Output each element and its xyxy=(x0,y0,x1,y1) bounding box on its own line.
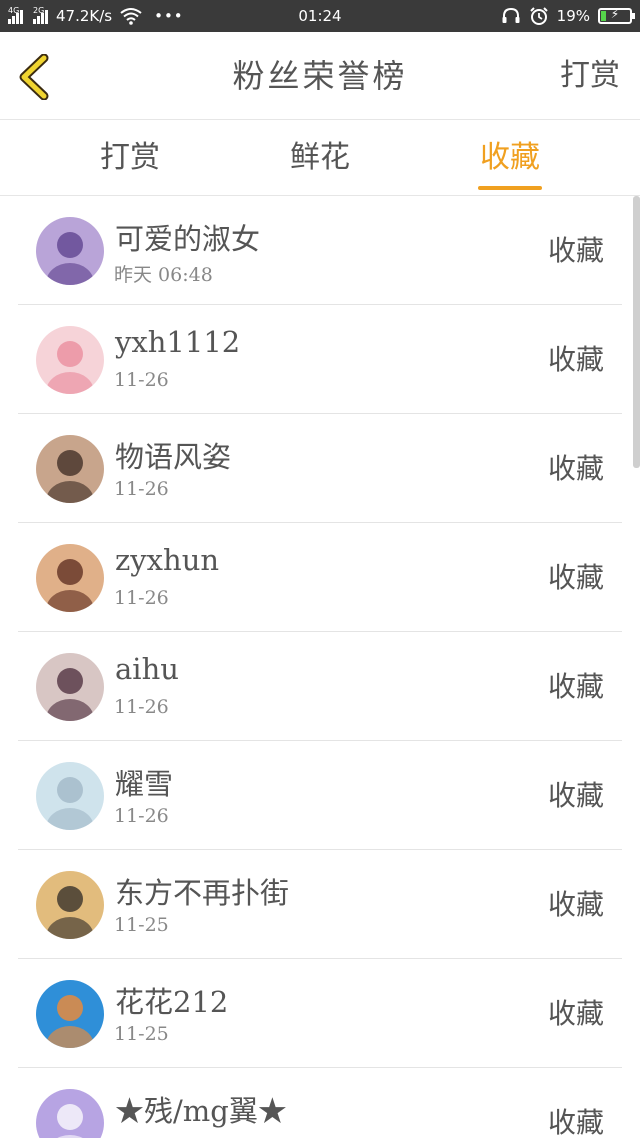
list-item[interactable]: 可爱的淑女昨天 06:48 收藏 xyxy=(0,196,640,305)
user-name: 东方不再扑街 xyxy=(115,876,290,910)
user-name: 可爱的淑女 xyxy=(115,222,261,256)
list-item[interactable]: yxh1112 11-26 收藏 xyxy=(0,305,640,414)
status-right: 19% ⚡ xyxy=(501,0,635,32)
action-type-label: 收藏 xyxy=(547,234,604,267)
action-type-label: 收藏 xyxy=(547,1106,604,1138)
charging-icon: ⚡ xyxy=(610,7,620,21)
battery-percent: 19% xyxy=(556,7,590,25)
avatar[interactable] xyxy=(36,326,104,394)
headset-icon xyxy=(502,7,520,23)
avatar[interactable] xyxy=(36,217,104,285)
app-header: 粉丝荣誉榜 打赏 xyxy=(0,32,640,120)
avatar[interactable] xyxy=(36,871,104,939)
timestamp: 11-25 xyxy=(114,1023,169,1045)
page-title: 粉丝荣誉榜 xyxy=(232,57,408,95)
tab-active-indicator xyxy=(478,186,542,190)
action-type-label: 收藏 xyxy=(547,888,604,921)
user-name: ★残/mg翼★ xyxy=(115,1094,287,1128)
tab-tip[interactable]: 打赏 xyxy=(70,120,190,196)
action-type-label: 收藏 xyxy=(547,779,604,812)
timestamp: 11-26 xyxy=(114,369,169,391)
avatar[interactable] xyxy=(36,980,104,1048)
avatar[interactable] xyxy=(36,1089,104,1138)
avatar[interactable] xyxy=(36,435,104,503)
action-type-label: 收藏 xyxy=(547,561,604,594)
list-item[interactable]: zyxhun 11-26 收藏 xyxy=(0,523,640,632)
timestamp: 11-25 xyxy=(114,914,169,936)
user-name: aihu xyxy=(115,652,179,686)
user-name: 物语风姿 xyxy=(115,440,232,474)
avatar[interactable] xyxy=(36,653,104,721)
fan-list[interactable]: 可爱的淑女 昨天 06:48 收藏 yxh1112 11-26 收藏 物语风姿 11-26 收藏… xyxy=(0,196,640,1138)
avatar[interactable] xyxy=(36,544,104,612)
list-item[interactable]: 物语风姿 11-26 收藏 xyxy=(0,414,640,523)
tab-favorites[interactable]: 收藏 xyxy=(450,120,570,196)
user-name: 花花212 xyxy=(115,985,229,1019)
alarm-icon xyxy=(529,7,548,25)
tab-label: 打赏 xyxy=(100,140,160,175)
list-item[interactable]: 耀雪 11-26 收藏 xyxy=(0,741,640,850)
scrollbar[interactable] xyxy=(633,196,640,468)
action-type-label: 收藏 xyxy=(547,452,604,485)
timestamp: 11-26 xyxy=(114,478,169,500)
list-item[interactable]: ★残/mg翼★ 收藏 xyxy=(0,1068,640,1138)
battery-icon: ⚡ xyxy=(598,7,635,24)
timestamp: 11-26 xyxy=(114,696,169,718)
status-bar: 4G 2G 47.2K/s ••• 01:24 19% ⚡ xyxy=(0,0,640,32)
list-item[interactable]: aihu 11-26 收藏 xyxy=(0,632,640,741)
tab-label: 鲜花 xyxy=(290,140,350,175)
tab-label: 收藏 xyxy=(480,140,540,175)
list-item[interactable]: 东方不再扑街 11-25 收藏 xyxy=(0,850,640,959)
user-name: yxh1112 xyxy=(115,325,241,359)
tip-button[interactable]: 打赏 xyxy=(560,32,620,120)
tab-flowers[interactable]: 鲜花 xyxy=(260,120,380,196)
action-type-label: 收藏 xyxy=(547,343,604,376)
tab-bar: 打赏 鲜花 收藏 xyxy=(0,120,640,196)
action-type-label: 收藏 xyxy=(547,997,604,1030)
avatar[interactable] xyxy=(36,762,104,830)
user-name: zyxhun xyxy=(115,543,220,577)
timestamp: 11-26 xyxy=(114,587,169,609)
timestamp: 昨天 06:48 xyxy=(114,264,213,286)
action-type-label: 收藏 xyxy=(547,670,604,703)
timestamp: 11-26 xyxy=(114,805,169,827)
user-name: 耀雪 xyxy=(115,767,174,801)
list-item[interactable]: 花花212 11-25 收藏 xyxy=(0,959,640,1068)
